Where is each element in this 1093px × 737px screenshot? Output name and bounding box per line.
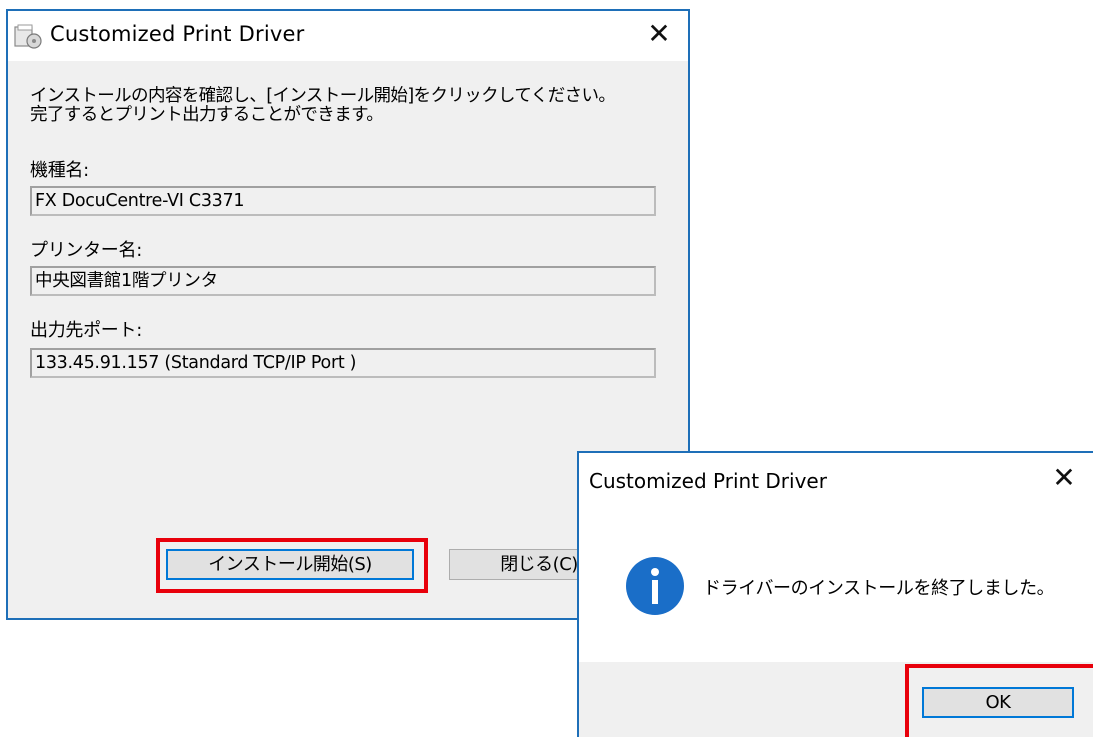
title-bar: Customized Print Driver ✕	[8, 11, 688, 61]
printer-installer-icon	[13, 24, 43, 50]
window-title: Customized Print Driver	[50, 22, 305, 46]
output-port-label: 出力先ポート:	[30, 320, 142, 341]
close-icon[interactable]: ✕	[1047, 461, 1081, 495]
completion-message: ドライバーのインストールを終了しました。	[703, 578, 1055, 599]
instruction-text: インストールの内容を確認し、[インストール開始]をクリックしてください。 完了す…	[30, 86, 616, 125]
message-box-title: Customized Print Driver	[589, 469, 827, 493]
output-port-field: 133.45.91.157 (Standard TCP/IP Port )	[30, 348, 656, 378]
info-icon	[624, 555, 686, 617]
close-icon[interactable]: ✕	[642, 17, 676, 51]
model-name-label: 機種名:	[30, 160, 89, 181]
printer-name-field: 中央図書館1階プリンタ	[30, 266, 656, 296]
ok-button-highlight	[905, 664, 1093, 737]
model-name-field: FX DocuCentre-VI C3371	[30, 186, 656, 216]
install-button-highlight	[156, 538, 428, 593]
printer-name-label: プリンター名:	[30, 240, 142, 261]
